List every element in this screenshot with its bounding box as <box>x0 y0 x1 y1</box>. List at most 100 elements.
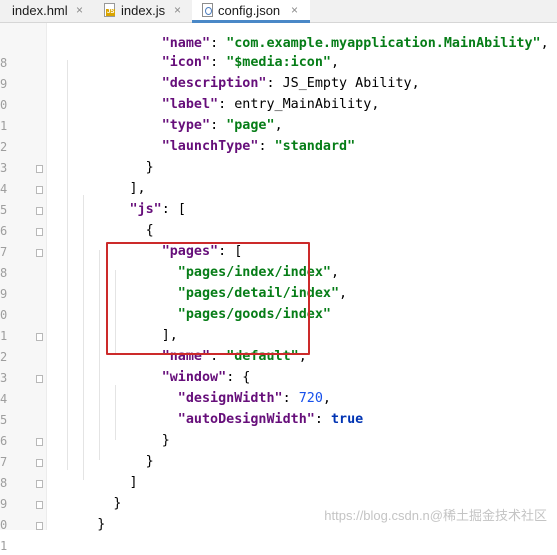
line-number: 6 <box>0 224 7 238</box>
json-punctuation: { <box>145 223 154 238</box>
js-file-icon <box>104 3 116 17</box>
line-number: 0 <box>0 308 7 322</box>
fold-marker-icon[interactable] <box>36 249 43 257</box>
close-icon[interactable]: × <box>291 1 298 20</box>
fold-marker-icon[interactable] <box>36 522 43 530</box>
code-line: ] <box>130 474 138 492</box>
json-punctuation: } <box>145 160 154 175</box>
fold-marker-icon[interactable] <box>36 501 43 509</box>
indent-guide <box>83 195 84 480</box>
line-number: 1 <box>0 329 7 343</box>
json-punctuation: : <box>210 55 227 70</box>
code-line: } <box>146 159 154 177</box>
json-punctuation: : <box>282 391 299 406</box>
code-line: "window": { <box>162 369 251 387</box>
json-punctuation: : <box>218 97 235 112</box>
json-number: 720 <box>298 391 323 406</box>
json-punctuation: , <box>540 36 549 51</box>
json-punctuation: : <box>314 412 331 427</box>
line-number: 0 <box>0 98 7 112</box>
json-key: "type" <box>161 118 211 133</box>
fold-marker-icon[interactable] <box>36 228 43 236</box>
tab-index-hml[interactable]: index.hml × <box>0 0 87 22</box>
json-string: "$media:icon" <box>226 55 331 70</box>
json-punctuation: , <box>322 391 331 406</box>
indent-guide <box>67 60 68 470</box>
code-line: "name": "com.example.myapplication.MainA… <box>162 35 549 53</box>
json-keyword: true <box>330 412 364 427</box>
tab-label: config.json <box>218 3 281 18</box>
json-punctuation: } <box>145 454 154 469</box>
json-punctuation: : <box>210 36 227 51</box>
line-number: 9 <box>0 497 7 511</box>
line-number: 2 <box>0 140 7 154</box>
json-punctuation: , <box>371 97 380 112</box>
json-key: "launchType" <box>161 139 259 154</box>
code-line: "js": [ <box>130 201 186 219</box>
fold-marker-icon[interactable] <box>36 333 43 341</box>
json-key: "designWidth" <box>177 391 283 406</box>
code-line: } <box>162 432 170 450</box>
close-icon[interactable]: × <box>174 1 181 20</box>
json-key: "autoDesignWidth" <box>177 412 315 427</box>
line-number: 7 <box>0 245 7 259</box>
code-line: ], <box>130 180 146 198</box>
code-line: { <box>146 222 154 240</box>
json-punctuation: , <box>274 118 283 133</box>
json-punctuation: , <box>339 286 348 301</box>
fold-marker-icon[interactable] <box>36 375 43 383</box>
json-key: "label" <box>161 97 219 112</box>
indent-guide <box>115 385 116 440</box>
fold-marker-icon[interactable] <box>36 165 43 173</box>
watermark: https://blog.csdn.n@稀土掘金技术社区 <box>324 508 547 523</box>
json-punctuation: } <box>161 433 170 448</box>
line-number: 4 <box>0 182 7 196</box>
code-line: } <box>113 495 121 513</box>
json-file-icon <box>202 3 213 17</box>
line-number: 3 <box>0 371 7 385</box>
line-number: 2 <box>0 350 7 364</box>
line-number: 8 <box>0 266 7 280</box>
json-punctuation: : { <box>226 370 251 385</box>
tab-config-json[interactable]: config.json × <box>192 0 310 23</box>
json-punctuation: JS_Empty Ability <box>282 76 412 91</box>
fold-marker-icon[interactable] <box>36 480 43 488</box>
line-number: 3 <box>0 161 7 175</box>
code-line: "launchType": "standard" <box>162 138 356 156</box>
json-punctuation: entry_MainAbility <box>234 97 372 112</box>
json-punctuation: , <box>331 55 340 70</box>
close-icon[interactable]: × <box>76 1 83 20</box>
json-string: "page" <box>226 118 275 133</box>
tab-index-js[interactable]: index.js × <box>96 0 190 22</box>
line-number: 6 <box>0 434 7 448</box>
json-string: "standard" <box>274 139 356 154</box>
json-punctuation: ], <box>129 181 146 196</box>
line-number: 9 <box>0 77 7 91</box>
code-line: "designWidth": 720, <box>178 390 331 408</box>
line-number: 5 <box>0 203 7 217</box>
code-line: "description": JS_Empty Ability, <box>162 75 420 93</box>
code-line: "label": entry_MainAbility, <box>162 96 380 114</box>
json-punctuation: } <box>113 496 122 511</box>
indent-guide <box>99 250 100 460</box>
tab-label: index.js <box>121 3 166 18</box>
json-punctuation: : <box>266 76 283 91</box>
json-key: "description" <box>161 76 267 91</box>
tab-label: index.hml <box>12 3 68 18</box>
code-line: "icon": "$media:icon", <box>162 54 339 72</box>
json-key: "window" <box>161 370 227 385</box>
json-punctuation: , <box>330 265 340 280</box>
line-number: 1 <box>0 539 7 553</box>
line-number: 7 <box>0 455 7 469</box>
json-punctuation: ] <box>129 475 138 490</box>
json-key: "js" <box>129 202 162 217</box>
code-line: "autoDesignWidth": true <box>178 411 363 429</box>
editor-gutter: 8 9 0 1 2 3 4 5 6 7 8 9 0 1 2 3 4 5 6 7 8 9 0 1 <box>0 23 46 553</box>
gutter-divider <box>46 23 47 530</box>
code-line: } <box>146 453 154 471</box>
fold-marker-icon[interactable] <box>36 186 43 194</box>
fold-marker-icon[interactable] <box>36 438 43 446</box>
fold-marker-icon[interactable] <box>36 207 43 215</box>
json-key: "icon" <box>161 55 211 70</box>
fold-marker-icon[interactable] <box>36 459 43 467</box>
